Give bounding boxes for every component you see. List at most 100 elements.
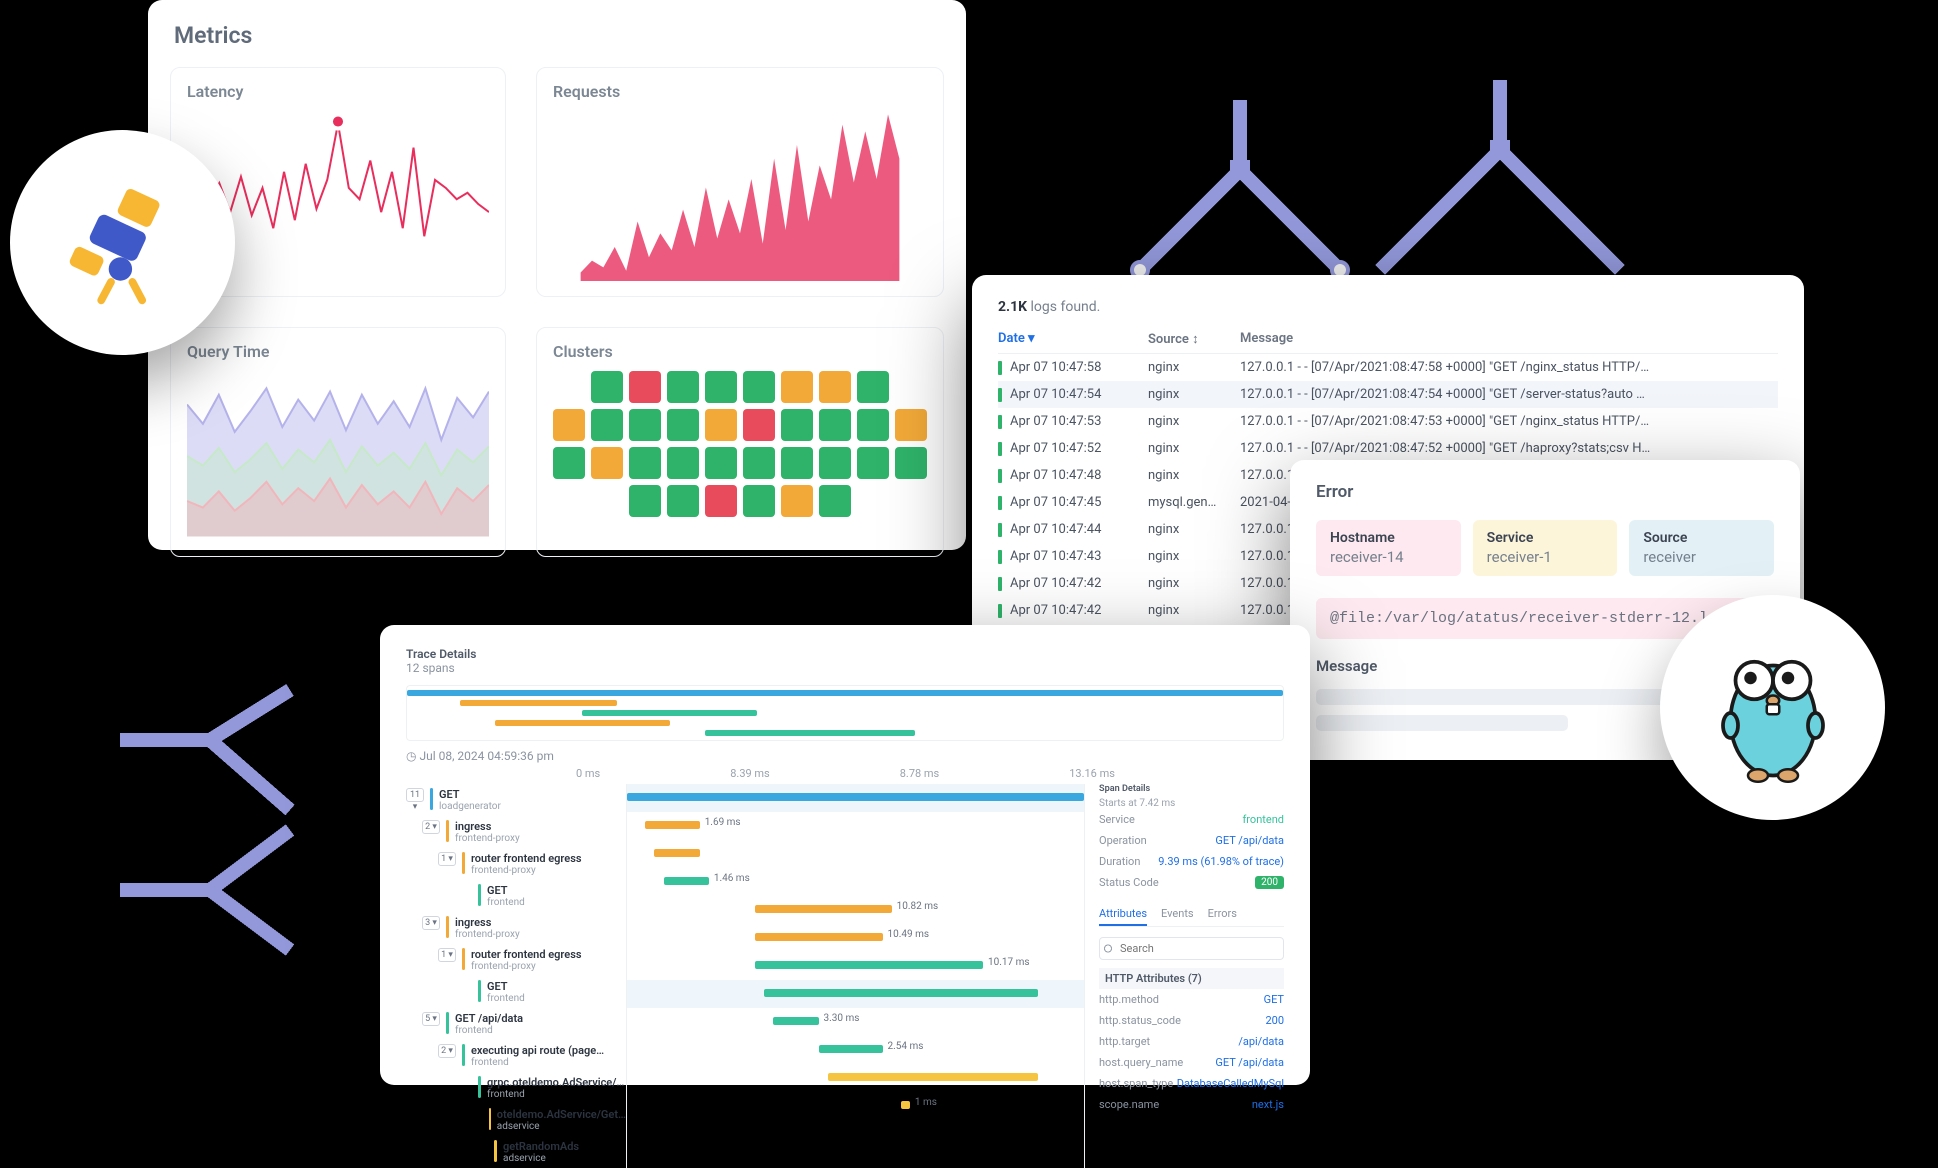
attr-row: host.span_typeDatabaseCalledMySql [1099, 1073, 1284, 1094]
cluster-cell[interactable] [553, 409, 585, 441]
cluster-cell[interactable] [743, 371, 775, 403]
lane-row[interactable]: 1.69 ms [627, 812, 1084, 840]
cluster-cell[interactable] [819, 447, 851, 479]
lane-row[interactable] [627, 840, 1084, 868]
cluster-cell[interactable] [857, 371, 889, 403]
metrics-panel: Metrics Latency Requests Query Time [148, 0, 966, 550]
cluster-cell[interactable] [667, 485, 699, 517]
trace-node[interactable]: GETfrontend [454, 976, 626, 1008]
trace-node[interactable]: 11 ▾GETloadgenerator [406, 784, 626, 816]
trace-panel: Trace Details 12 spans ◷ Jul 08, 2024 04… [380, 625, 1310, 1085]
cluster-cell[interactable] [781, 447, 813, 479]
log-row[interactable]: Apr 07 10:47:52nginx127.0.0.1 - - [07/Ap… [998, 435, 1778, 462]
cluster-cell[interactable] [667, 409, 699, 441]
cluster-cell[interactable] [781, 485, 813, 517]
cluster-cell[interactable] [705, 409, 737, 441]
lane-row[interactable]: 3.30 ms [627, 1008, 1084, 1036]
toggle[interactable]: 11 ▾ [406, 788, 424, 802]
side-starts: Starts at 7.42 ms [1099, 798, 1284, 809]
cluster-cell[interactable] [857, 447, 889, 479]
cluster-cell[interactable] [895, 409, 927, 441]
col-message: Message [1240, 331, 1778, 347]
trace-node[interactable]: 2 ▾executing api route (page…frontend [438, 1040, 626, 1072]
cluster-cell[interactable] [705, 371, 737, 403]
cluster-cell[interactable] [819, 485, 851, 517]
side-title: Span Details [1099, 784, 1284, 794]
card-clusters[interactable]: Clusters [536, 327, 944, 557]
lane-row[interactable] [627, 980, 1084, 1008]
cluster-cell[interactable] [781, 409, 813, 441]
tab-attributes[interactable]: Attributes [1099, 903, 1147, 926]
side-tabs: Attributes Events Errors [1099, 903, 1284, 927]
trace-title: Trace Details [406, 647, 1284, 661]
cluster-cell[interactable] [629, 409, 661, 441]
toggle[interactable]: 1 ▾ [438, 852, 456, 866]
toggle[interactable]: 2 ▾ [422, 820, 440, 834]
cluster-cell[interactable] [629, 371, 661, 403]
span-details: Span Details Starts at 7.42 ms Servicefr… [1084, 784, 1284, 1168]
lane-row[interactable]: 10.82 ms [627, 896, 1084, 924]
cluster-cell[interactable] [743, 485, 775, 517]
trace-tree: 11 ▾GETloadgenerator2 ▾ingressfrontend-p… [406, 784, 626, 1168]
telescope-badge [10, 130, 235, 355]
lane-row[interactable]: 10.49 ms [627, 924, 1084, 952]
lane-row[interactable] [627, 784, 1084, 812]
querytime-chart [187, 371, 489, 541]
col-date[interactable]: Date ▾ [998, 331, 1148, 347]
trace-node[interactable]: 3 ▾ingressfrontend-proxy [422, 912, 626, 944]
trace-node[interactable]: 2 ▾ingressfrontend-proxy [422, 816, 626, 848]
trace-node[interactable]: 1 ▾router frontend egressfrontend-proxy [438, 848, 626, 880]
cluster-cell[interactable] [743, 447, 775, 479]
cluster-cell[interactable] [591, 371, 623, 403]
cluster-cell[interactable] [629, 447, 661, 479]
trace-spans: 12 spans [406, 661, 1284, 675]
toggle[interactable]: 2 ▾ [438, 1044, 456, 1058]
toggle[interactable]: 1 ▾ [438, 948, 456, 962]
cluster-cell[interactable] [591, 409, 623, 441]
log-row[interactable]: Apr 07 10:47:54nginx127.0.0.1 - - [07/Ap… [998, 381, 1778, 408]
tab-events[interactable]: Events [1161, 903, 1194, 926]
tab-errors[interactable]: Errors [1208, 903, 1237, 926]
lane-row[interactable]: 1 ms [627, 1092, 1084, 1120]
card-title: Latency [187, 82, 489, 101]
cluster-cell[interactable] [743, 409, 775, 441]
cluster-cell[interactable] [857, 409, 889, 441]
cluster-cell[interactable] [629, 485, 661, 517]
attr-search[interactable] [1099, 937, 1284, 960]
cluster-cell[interactable] [667, 447, 699, 479]
cluster-cell[interactable] [553, 447, 585, 479]
lane-row[interactable]: 1.46 ms [627, 868, 1084, 896]
decoration-top [1080, 60, 1640, 290]
chip-source[interactable]: Sourcereceiver [1629, 520, 1774, 576]
toggle[interactable]: 5 ▾ [422, 1012, 440, 1026]
card-querytime[interactable]: Query Time [170, 327, 506, 557]
trace-minimap[interactable] [406, 685, 1284, 741]
lane-row[interactable] [627, 1064, 1084, 1092]
cluster-cell[interactable] [819, 371, 851, 403]
log-row[interactable]: Apr 07 10:47:53nginx127.0.0.1 - - [07/Ap… [998, 408, 1778, 435]
trace-node[interactable]: 1 ▾router frontend egressfrontend-proxy [438, 944, 626, 976]
trace-node[interactable]: 5 ▾GET /api/datafrontend [422, 1008, 626, 1040]
col-source[interactable]: Source ↕ [1148, 331, 1240, 347]
trace-node[interactable]: getRandomAdsadservice [470, 1136, 626, 1168]
trace-node[interactable]: GETfrontend [454, 880, 626, 912]
cluster-cell[interactable] [705, 447, 737, 479]
card-requests[interactable]: Requests [536, 67, 944, 297]
cluster-cell[interactable] [667, 371, 699, 403]
trace-node[interactable]: oteldemo.AdService/Get…adservice [470, 1104, 626, 1136]
lane-row[interactable]: 2.54 ms [627, 1036, 1084, 1064]
requests-chart [553, 111, 927, 281]
cluster-cell[interactable] [819, 409, 851, 441]
chip-hostname[interactable]: Hostnamereceiver-14 [1316, 520, 1461, 576]
cluster-cell[interactable] [705, 485, 737, 517]
http-attr-header[interactable]: HTTP Attributes (7) [1099, 968, 1284, 989]
cluster-cell[interactable] [895, 447, 927, 479]
lane-row[interactable]: 10.17 ms [627, 952, 1084, 980]
cluster-cell[interactable] [591, 447, 623, 479]
log-row[interactable]: Apr 07 10:47:58nginx127.0.0.1 - - [07/Ap… [998, 354, 1778, 381]
toggle[interactable]: 3 ▾ [422, 916, 440, 930]
chip-service[interactable]: Servicereceiver-1 [1473, 520, 1618, 576]
cluster-grid [553, 371, 927, 517]
cluster-cell[interactable] [781, 371, 813, 403]
trace-node[interactable]: grpc.oteldemo.AdService/…frontend [454, 1072, 626, 1104]
